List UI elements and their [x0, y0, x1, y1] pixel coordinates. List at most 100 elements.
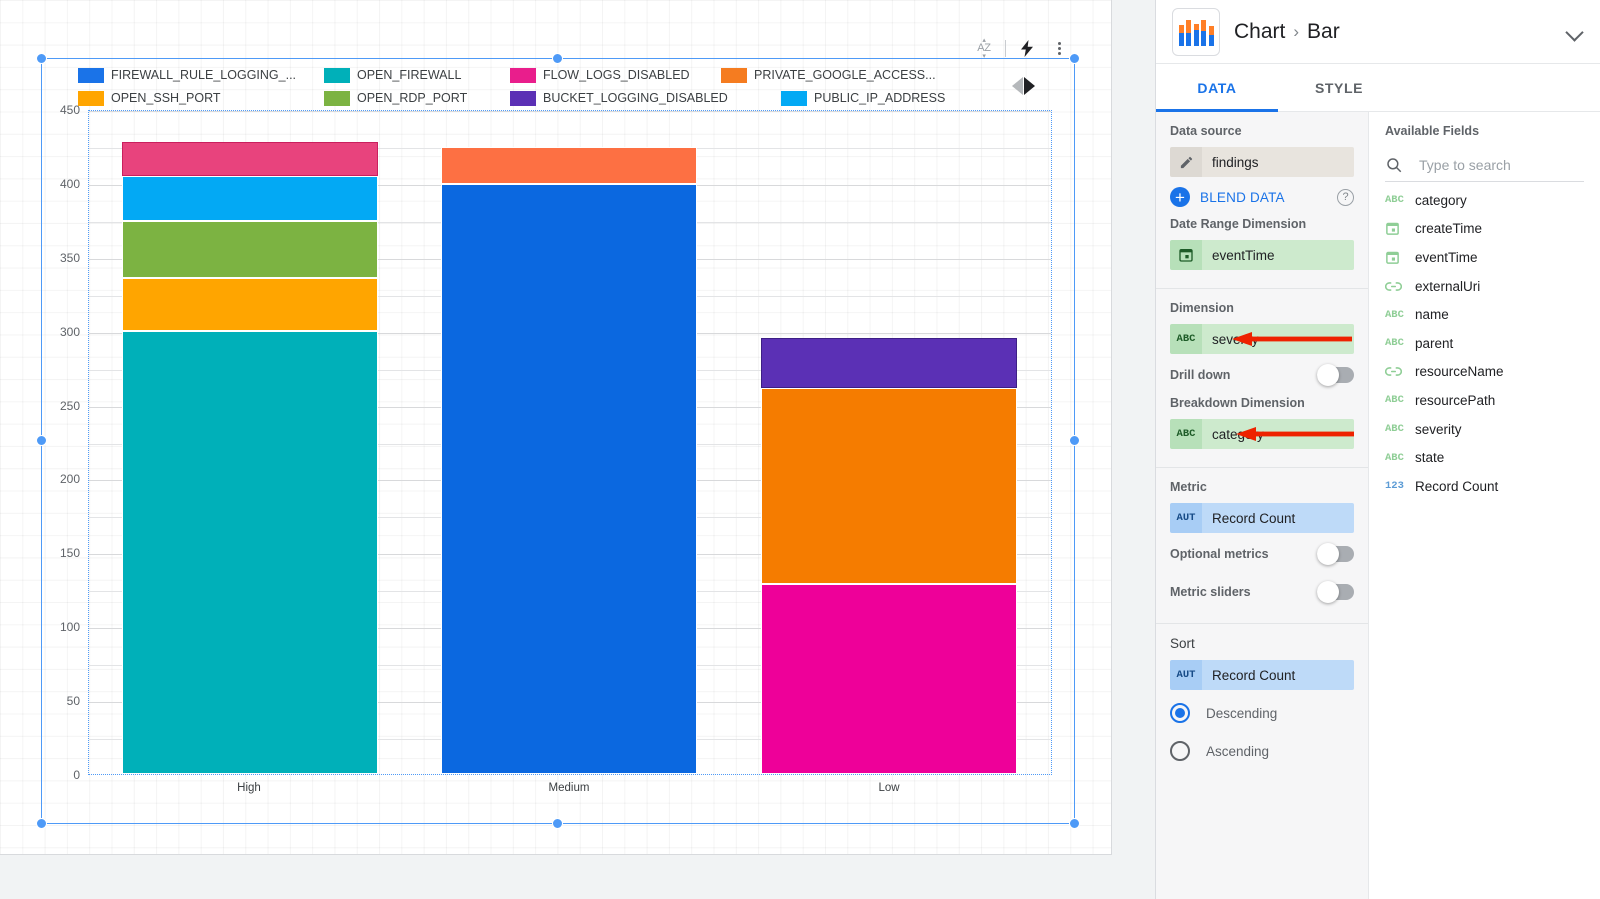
dimension-section: Dimension ABC severity Drill down Break: [1156, 289, 1368, 468]
field-item-createtime[interactable]: createTime: [1369, 215, 1600, 244]
search-input[interactable]: [1417, 156, 1600, 174]
legend-next-arrow-icon[interactable]: [1024, 77, 1035, 95]
legend-item[interactable]: PRIVATE_GOOGLE_ACCESS...: [721, 66, 991, 84]
legend-item[interactable]: PUBLIC_IP_ADDRESS: [781, 89, 981, 107]
field-item-severity[interactable]: ABC severity: [1369, 415, 1600, 444]
field-item-name[interactable]: ABC name: [1369, 300, 1600, 329]
field-search-row[interactable]: [1385, 148, 1584, 182]
chart-legend: FIREWALL_RULE_LOGGING_... OPEN_FIREWALL …: [78, 66, 998, 107]
legend-label: OPEN_FIREWALL: [357, 68, 461, 82]
breakdown-title: Breakdown Dimension: [1170, 396, 1354, 410]
sort-value: Record Count: [1202, 660, 1354, 690]
looker-studio-editor: AZ FIREWALL_RULE_LOGGING_... OPEN_FIREWA…: [0, 0, 1600, 899]
legend-item[interactable]: OPEN_RDP_PORT: [324, 89, 504, 107]
legend-swatch: [324, 68, 350, 83]
plot-inner: [89, 111, 1051, 774]
field-label: state: [1415, 450, 1444, 465]
panel-tabs: DATA STYLE: [1156, 64, 1600, 112]
sort-descending-option[interactable]: Descending: [1170, 694, 1354, 732]
text-field-icon: ABC: [1385, 394, 1415, 406]
field-item-externaluri[interactable]: externalUri: [1369, 272, 1600, 301]
bar-segment-flow-logs-disabled[interactable]: [122, 142, 378, 176]
date-range-chip[interactable]: eventTime: [1170, 240, 1354, 270]
sort-az-icon[interactable]: AZ: [973, 37, 995, 59]
metric-chip[interactable]: AUT Record Count: [1170, 503, 1354, 533]
bar-segment-open-firewall[interactable]: [122, 331, 378, 774]
tab-data[interactable]: DATA: [1156, 64, 1278, 111]
field-item-category[interactable]: ABC category: [1369, 186, 1600, 215]
report-canvas[interactable]: AZ FIREWALL_RULE_LOGGING_... OPEN_FIREWA…: [0, 0, 1155, 899]
legend-label: BUCKET_LOGGING_DISABLED: [543, 91, 728, 105]
field-item-eventtime[interactable]: eventTime: [1369, 243, 1600, 272]
bar-stack-medium[interactable]: [441, 147, 697, 774]
field-item-resourcepath[interactable]: ABC resourcePath: [1369, 386, 1600, 415]
text-field-icon: ABC: [1170, 419, 1202, 449]
metric-section: Metric AUT Record Count Optional metrics…: [1156, 468, 1368, 624]
sort-section: Sort AUT Record Count Descending Ascendi…: [1156, 624, 1368, 784]
tab-style[interactable]: STYLE: [1278, 64, 1400, 111]
blend-data-button[interactable]: BLEND DATA: [1200, 190, 1285, 205]
breakdown-chip[interactable]: ABC category: [1170, 419, 1354, 449]
bar-segment-private-google-access[interactable]: [441, 147, 697, 184]
field-label: category: [1415, 193, 1467, 208]
field-label: name: [1415, 307, 1449, 322]
legend-item[interactable]: BUCKET_LOGGING_DISABLED: [510, 89, 775, 107]
field-label: resourceName: [1415, 364, 1504, 379]
bar-segment-firewall-rule-logging[interactable]: [441, 184, 697, 774]
field-item-state[interactable]: ABC state: [1369, 443, 1600, 472]
legend-label: OPEN_SSH_PORT: [111, 91, 221, 105]
auto-metric-icon: AUT: [1170, 503, 1202, 533]
field-item-record-count[interactable]: 123 Record Count: [1369, 472, 1600, 501]
legend-swatch: [78, 68, 104, 83]
legend-item[interactable]: FLOW_LOGS_DISABLED: [510, 66, 715, 84]
sort-chip[interactable]: AUT Record Count: [1170, 660, 1354, 690]
auto-metric-icon: AUT: [1170, 660, 1202, 690]
bar-segment-flow-logs-disabled[interactable]: [761, 584, 1017, 774]
sort-ascending-option[interactable]: Ascending: [1170, 732, 1354, 770]
x-axis: High Medium Low: [88, 780, 1052, 802]
calendar-icon: [1170, 240, 1202, 270]
bar-segment-public-ip-address[interactable]: [122, 176, 378, 222]
sort-title: Sort: [1170, 636, 1354, 651]
lightning-bolt-icon[interactable]: [1016, 37, 1038, 59]
radio-descending-icon[interactable]: [1170, 703, 1190, 723]
bar-segment-open-ssh-port[interactable]: [122, 278, 378, 331]
text-field-icon: ABC: [1385, 194, 1415, 206]
help-circle-icon[interactable]: ?: [1337, 189, 1354, 206]
data-source-chip[interactable]: findings: [1170, 147, 1354, 177]
search-icon: [1385, 156, 1403, 174]
panel-body: Data source findings + BLEND DATA ?: [1156, 112, 1600, 899]
more-options-icon[interactable]: [1048, 37, 1070, 59]
metric-sliders-toggle[interactable]: [1317, 584, 1354, 600]
legend-item[interactable]: OPEN_FIREWALL: [324, 66, 504, 84]
metric-sliders-label: Metric sliders: [1170, 585, 1317, 599]
optional-metrics-toggle[interactable]: [1317, 546, 1354, 562]
field-item-resourcename[interactable]: resourceName: [1369, 358, 1600, 387]
field-item-parent[interactable]: ABC parent: [1369, 329, 1600, 358]
optional-metrics-row: Optional metrics: [1170, 537, 1354, 571]
bar-segment-bucket-logging-disabled[interactable]: [761, 338, 1017, 388]
breadcrumb-root[interactable]: Chart: [1234, 20, 1285, 44]
dimension-chip[interactable]: ABC severity: [1170, 324, 1354, 354]
date-range-value: eventTime: [1202, 240, 1354, 270]
text-field-icon: ABC: [1170, 324, 1202, 354]
legend-item[interactable]: FIREWALL_RULE_LOGGING_...: [78, 66, 318, 84]
chevron-down-icon[interactable]: [1564, 21, 1586, 43]
legend-prev-arrow-icon[interactable]: [1012, 77, 1023, 95]
x-tick-label: Low: [878, 782, 899, 794]
bar-segment-open-rdp-port[interactable]: [122, 221, 378, 277]
bar-stack-high[interactable]: [122, 141, 378, 774]
radio-ascending-icon[interactable]: [1170, 741, 1190, 761]
drill-down-toggle[interactable]: [1317, 367, 1354, 383]
bar-segment-private-google-access[interactable]: [761, 388, 1017, 584]
blend-data-row: + BLEND DATA ?: [1170, 187, 1354, 207]
legend-item[interactable]: OPEN_SSH_PORT: [78, 89, 318, 107]
available-fields-column: Available Fields ABC category: [1369, 112, 1600, 899]
breadcrumb-leaf[interactable]: Bar: [1307, 20, 1340, 44]
plus-circle-icon[interactable]: +: [1170, 187, 1190, 207]
panel-header: Chart › Bar: [1156, 0, 1600, 64]
bar-stack-low[interactable]: [761, 338, 1017, 774]
pencil-icon[interactable]: [1170, 147, 1202, 177]
plot-area[interactable]: [88, 110, 1052, 775]
bar-chart-icon[interactable]: [1172, 8, 1220, 56]
